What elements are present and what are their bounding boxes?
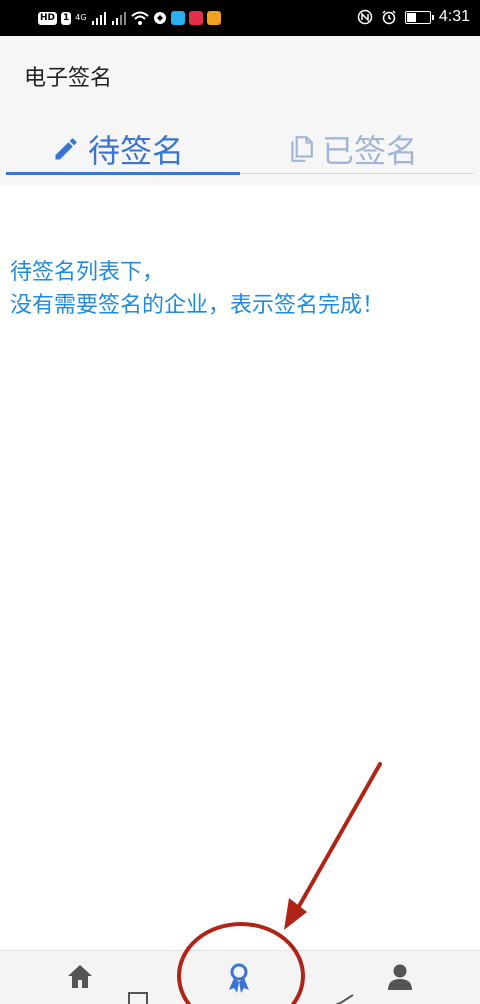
status-clock: 4:31 bbox=[438, 8, 470, 25]
tab-signed[interactable]: 已签名 bbox=[288, 126, 418, 172]
home-icon bbox=[68, 965, 92, 988]
vpn-icon bbox=[153, 12, 166, 24]
person-icon bbox=[388, 964, 412, 990]
signal-icon bbox=[91, 12, 106, 25]
nav-item-profile[interactable] bbox=[360, 951, 440, 1004]
bottom-nav bbox=[0, 950, 480, 1004]
app-notification-icon bbox=[170, 11, 185, 25]
copy-document-icon bbox=[291, 136, 313, 162]
status-right-icons: 4:31 bbox=[357, 6, 470, 28]
battery-level-fill bbox=[406, 12, 417, 22]
empty-state-message: 待签名列表下， 没有需要签名的企业，表示签名完成！ bbox=[10, 256, 476, 322]
tab-signed-label: 已签名 bbox=[322, 132, 419, 170]
nav-item-second[interactable] bbox=[98, 951, 178, 1004]
tab-divider bbox=[240, 173, 474, 174]
square-icon bbox=[128, 992, 148, 1004]
nfc-icon bbox=[357, 9, 373, 25]
nav-item-e-signature[interactable] bbox=[199, 951, 279, 1004]
status-left-icons: HD 1 4G bbox=[38, 8, 221, 28]
status-bar: HD 1 4G 4:31 bbox=[0, 0, 480, 36]
pencil-icon bbox=[55, 138, 77, 160]
empty-state-line-2: 没有需要签名的企业，表示签名完成！ bbox=[10, 293, 385, 318]
send-icon bbox=[336, 994, 354, 1004]
tab-pending-signature[interactable]: 待签名 bbox=[52, 126, 184, 172]
battery-icon bbox=[404, 10, 434, 24]
sim-badge: 1 bbox=[61, 11, 72, 25]
wifi-icon bbox=[130, 11, 149, 25]
active-tab-indicator bbox=[6, 172, 240, 175]
page-title: 电子签名 bbox=[24, 66, 113, 91]
empty-state-line-1: 待签名列表下， bbox=[10, 260, 165, 285]
app-notification-icon bbox=[188, 11, 203, 25]
hd-badge: HD bbox=[38, 11, 58, 25]
alarm-icon bbox=[382, 10, 396, 25]
pending-signature-list: 待签名列表下， 没有需要签名的企业，表示签名完成！ bbox=[0, 186, 480, 950]
network-type-label: 4G bbox=[75, 13, 87, 22]
ribbon-award-icon bbox=[229, 963, 249, 993]
signal-icon bbox=[111, 12, 126, 25]
tab-pending-label: 待签名 bbox=[88, 132, 185, 170]
weibo-notification-icon bbox=[206, 11, 221, 25]
app-header: 电子签名 待签名 已签名 bbox=[0, 36, 480, 186]
